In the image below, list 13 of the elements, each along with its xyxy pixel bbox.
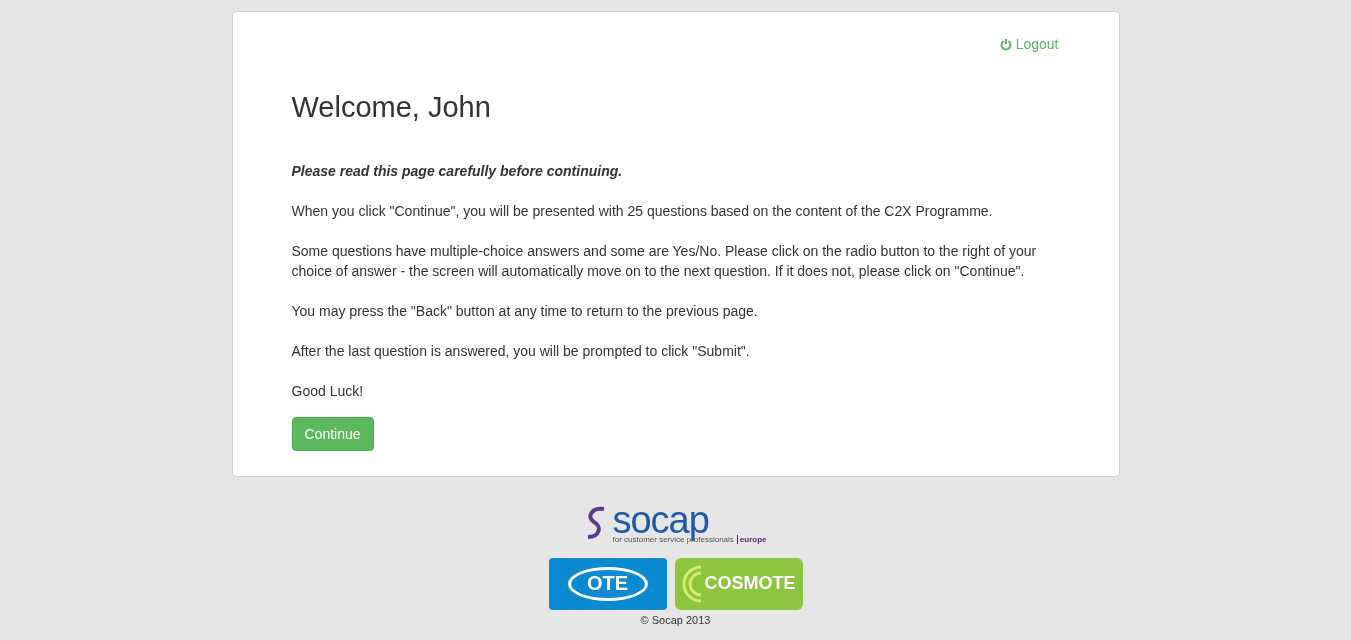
cosmote-logo: COSMOTE [674,557,803,610]
logout-link[interactable]: Logout [999,36,1059,52]
welcome-heading: Welcome, John [291,92,492,124]
instruction-text: When you click "Continue", you will be presented with 25 questions based on the content of the C2X Programme. [291,201,994,221]
instruction-text: You may press the "Back" button at any time to return to the previous page. [291,301,759,321]
ote-logo: OTE [548,557,667,610]
power-icon [999,37,1012,51]
copyright-text: © Socap 2013 [640,613,711,626]
instruction-text: After the last question is answered, you will be prompted to click "Submit". [291,341,751,361]
instruction-text: Good Luck! [291,381,365,401]
instruction-text: Some questions have multiple-choice answers and some are Yes/No. Please click on the radio button to the right of your choice of answer - the screen will automatically move on to the next question. If it does not, please click on "Continue". [291,241,1038,281]
continue-button[interactable]: Continue [291,416,374,451]
intro-note: Please read this page carefully before continuing. [291,161,624,181]
